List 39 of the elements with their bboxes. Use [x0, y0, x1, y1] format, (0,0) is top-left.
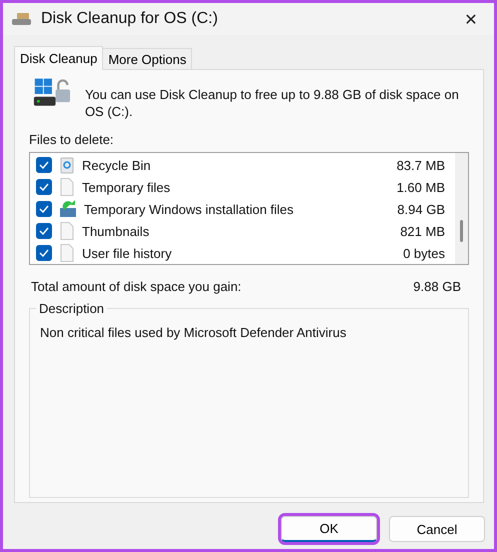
file-icon — [60, 244, 74, 262]
file-icon — [60, 222, 74, 240]
file-size: 821 MB — [400, 224, 445, 238]
description-text: Non critical files used by Microsoft Defender Antivirus — [40, 325, 348, 340]
file-size: 8.94 GB — [397, 202, 445, 216]
scrollbar[interactable] — [455, 153, 468, 264]
total-label: Total amount of disk space you gain: — [31, 279, 242, 294]
checkmark-icon — [39, 183, 49, 191]
installer-icon — [60, 200, 76, 218]
total-value: 9.88 GB — [413, 279, 461, 294]
file-icon — [60, 178, 74, 196]
checkmark-icon — [39, 161, 49, 169]
tab[interactable]: More Options — [102, 48, 192, 69]
checkmark-icon — [39, 227, 49, 235]
checkbox[interactable] — [36, 223, 52, 239]
dialog-button[interactable]: Cancel — [389, 516, 485, 542]
file-size: 0 bytes — [403, 246, 445, 260]
recycle-bin-icon — [60, 156, 74, 174]
file-name: Temporary Windows installation files — [84, 202, 295, 216]
close-button[interactable]: ✕ — [448, 4, 494, 34]
checkbox[interactable] — [36, 157, 52, 173]
intro-text: You can use Disk Cleanup to free up to 9.88 GB of disk space on OS (C:). — [84, 86, 460, 120]
file-name: Thumbnails — [82, 224, 150, 238]
checkmark-icon — [39, 249, 49, 257]
files-label: Files to delete: — [29, 132, 115, 147]
group-title: Description — [36, 301, 108, 316]
file-size: 1.60 MB — [396, 180, 445, 194]
dialog-button[interactable]: OK — [281, 516, 377, 542]
window-title: Disk Cleanup for OS (C:) — [41, 10, 219, 28]
file-name: Recycle Bin — [82, 158, 152, 172]
file-size: 83.7 MB — [396, 158, 445, 172]
checkbox[interactable] — [36, 179, 52, 195]
file-name: User file history — [82, 246, 173, 260]
checkbox[interactable] — [36, 201, 52, 217]
checkbox[interactable] — [36, 245, 52, 261]
tab[interactable]: Disk Cleanup — [14, 46, 104, 70]
checkmark-icon — [39, 205, 49, 213]
disk-cleanup-icon — [11, 11, 33, 27]
file-name: Temporary files — [82, 180, 172, 194]
